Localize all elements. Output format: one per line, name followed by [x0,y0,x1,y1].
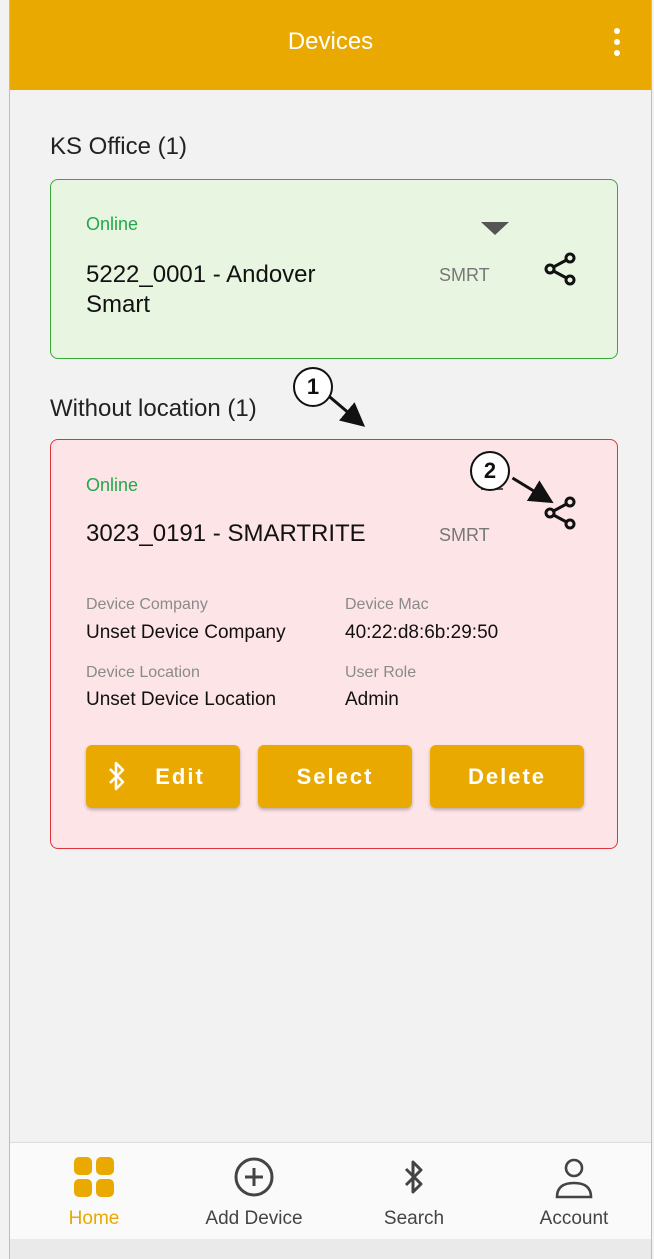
nav-add-device-label: Add Device [205,1208,303,1229]
app-screen: Devices KS Office (1) Online 5222_0001 -… [9,0,652,1259]
app-bar: Devices [10,0,651,90]
device-company-value: Unset Device Company [86,622,286,643]
device-card-smartrite[interactable]: Online 3023_0191 - SMARTRITE SMRT Device… [50,439,618,849]
select-button[interactable]: Select [258,745,412,808]
share-icon[interactable] [543,496,577,530]
device-mac-label: Device Mac [345,596,429,613]
bottom-navigation: Home Add Device Search Account [10,1142,651,1240]
device-name: 5222_0001 - Andover Smart [86,261,316,318]
page-title: Devices [287,28,374,55]
add-circle-icon [234,1157,274,1197]
bluetooth-icon [404,1160,423,1194]
annotation-2: 2 [470,451,510,491]
edit-button[interactable]: Edit [86,745,240,808]
more-vertical-icon[interactable] [613,28,621,58]
group-title-ks-office: KS Office (1) [50,133,187,160]
device-location-value: Unset Device Location [86,689,277,710]
group-title-without-location: Without location (1) [50,395,257,422]
delete-button-label: Delete [467,763,547,789]
user-role-label: User Role [345,664,417,681]
device-company-label: Device Company [86,596,208,613]
device-location-label: Device Location [86,664,200,681]
chevron-down-icon[interactable] [481,222,509,235]
nav-home-label: Home [68,1208,120,1229]
nav-home[interactable]: Home [14,1143,174,1240]
device-model: SMRT [439,525,490,545]
system-nav-strip [10,1239,651,1259]
nav-search-label: Search [383,1208,445,1229]
device-card-andover[interactable]: Online 5222_0001 - Andover Smart SMRT [50,179,618,359]
delete-button[interactable]: Delete [430,745,584,808]
status-online: Online [86,475,139,495]
nav-account[interactable]: Account [494,1143,654,1240]
edit-button-label: Edit [155,763,205,789]
device-name: 3023_0191 - SMARTRITE [86,520,366,547]
bluetooth-icon [109,761,125,791]
status-online: Online [86,214,139,234]
device-model: SMRT [439,265,490,285]
user-role-value: Admin [345,689,399,710]
annotation-1: 1 [293,367,333,407]
device-mac-value: 40:22:d8:6b:29:50 [345,622,499,643]
nav-search[interactable]: Search [334,1143,494,1240]
nav-add-device[interactable]: Add Device [174,1143,334,1240]
nav-account-label: Account [539,1208,609,1229]
grid-icon [74,1157,114,1197]
select-button-label: Select [296,763,374,789]
person-icon [555,1158,593,1199]
share-icon[interactable] [543,252,577,286]
